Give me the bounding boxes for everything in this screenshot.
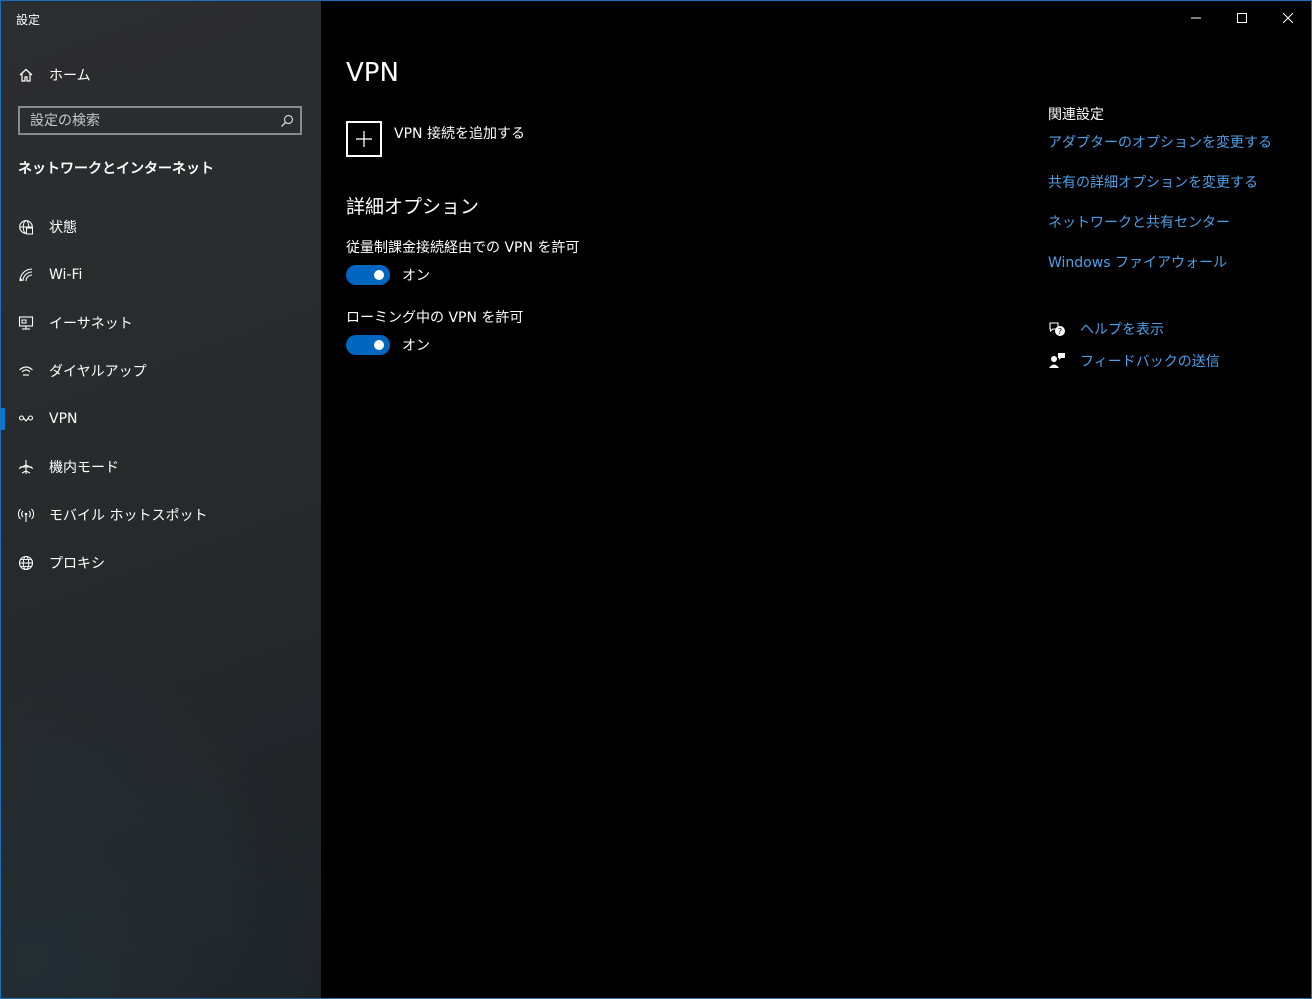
hotspot-icon: [18, 507, 34, 523]
sidebar-item-label: イーサネット: [49, 316, 133, 332]
minimize-icon: [1191, 8, 1201, 27]
globe-status-icon: [18, 219, 34, 235]
sidebar-item-label: VPN: [49, 411, 78, 427]
setting-label: 従量制課金接続経由での VPN を許可: [346, 240, 580, 256]
search-box[interactable]: [18, 106, 302, 135]
home-icon: [18, 67, 34, 83]
network-sharing-center-link[interactable]: ネットワークと共有センター: [1048, 213, 1298, 253]
sidebar-item-dialup[interactable]: ダイヤルアップ: [1, 347, 321, 395]
windows-firewall-link[interactable]: Windows ファイアウォール: [1048, 253, 1298, 293]
globe-icon: [18, 555, 34, 571]
toggle-state-label: オン: [402, 268, 430, 284]
add-vpn-button[interactable]: VPN 接続を追加する: [346, 121, 525, 157]
help-chat-icon: ?: [1048, 320, 1066, 338]
search-icon[interactable]: [280, 113, 294, 127]
sidebar-item-vpn[interactable]: VPN: [1, 395, 321, 443]
sharing-options-link[interactable]: 共有の詳細オプションを変更する: [1048, 173, 1298, 213]
sidebar-item-wifi[interactable]: Wi-Fi: [1, 251, 321, 299]
settings-window: 設定 ホーム ネットワークとインターネット 状態: [0, 0, 1312, 999]
maximize-icon: [1237, 8, 1247, 27]
ethernet-icon: [18, 315, 34, 331]
window-controls: [1173, 1, 1311, 33]
search-input[interactable]: [20, 108, 270, 133]
add-icon: [346, 121, 382, 157]
sidebar-item-label: 機内モード: [49, 460, 119, 476]
sidebar-item-label: プロキシ: [49, 556, 105, 572]
main-content: VPN VPN 接続を追加する 詳細オプション 従量制課金接続経由での VPN …: [321, 1, 1311, 998]
wifi-icon: [18, 267, 34, 283]
sidebar-item-airplane[interactable]: 機内モード: [1, 443, 321, 491]
related-settings: 関連設定 アダプターのオプションを変更する 共有の詳細オプションを変更する ネッ…: [1048, 104, 1298, 293]
airplane-icon: [18, 459, 34, 475]
close-button[interactable]: [1265, 1, 1311, 33]
toggle-knob: [374, 270, 384, 280]
metered-vpn-setting: 従量制課金接続経由での VPN を許可 オン: [346, 237, 579, 285]
sidebar-item-hotspot[interactable]: モバイル ホットスポット: [1, 491, 321, 539]
roaming-vpn-toggle[interactable]: [346, 335, 390, 355]
close-icon: [1282, 8, 1294, 27]
related-settings-title: 関連設定: [1048, 107, 1104, 123]
sidebar-item-proxy[interactable]: プロキシ: [1, 539, 321, 587]
toggle-state-label: オン: [402, 338, 430, 354]
app-title: 設定: [16, 13, 41, 27]
maximize-button[interactable]: [1219, 1, 1265, 33]
sidebar-item-ethernet[interactable]: イーサネット: [1, 299, 321, 347]
sidebar-item-label: Wi-Fi: [49, 267, 83, 283]
add-vpn-label: VPN 接続を追加する: [394, 126, 525, 142]
page-title: VPN: [346, 58, 399, 88]
sidebar-item-status[interactable]: 状態: [1, 203, 321, 251]
send-feedback-link[interactable]: フィードバックの送信: [1048, 351, 1220, 371]
minimize-button[interactable]: [1173, 1, 1219, 33]
feedback-icon: [1048, 352, 1066, 370]
nav-list: 状態 Wi-Fi イーサネット ダイヤルアップ VPN 機内モード モバイル ホ…: [1, 203, 321, 587]
sidebar-item-label: ダイヤルアップ: [49, 364, 147, 380]
roaming-vpn-setting: ローミング中の VPN を許可 オン: [346, 307, 523, 355]
help-label: ヘルプを表示: [1080, 322, 1164, 338]
toggle-row: オン: [346, 335, 523, 355]
adapter-options-link[interactable]: アダプターのオプションを変更する: [1048, 133, 1298, 173]
feedback-label: フィードバックの送信: [1080, 354, 1220, 370]
get-help-link[interactable]: ? ヘルプを表示: [1048, 319, 1164, 339]
metered-vpn-toggle[interactable]: [346, 265, 390, 285]
advanced-options-heading: 詳細オプション: [346, 196, 480, 218]
section-title: ネットワークとインターネット: [18, 161, 214, 177]
home-nav-item[interactable]: ホーム: [1, 57, 321, 93]
toggle-knob: [374, 340, 384, 350]
vpn-icon: [18, 411, 34, 427]
sidebar-item-label: モバイル ホットスポット: [49, 508, 208, 524]
sidebar-item-label: 状態: [49, 220, 77, 236]
home-label: ホーム: [49, 68, 91, 84]
dialup-icon: [18, 363, 34, 379]
sidebar: 設定 ホーム ネットワークとインターネット 状態: [1, 1, 321, 998]
setting-label: ローミング中の VPN を許可: [346, 310, 524, 326]
toggle-row: オン: [346, 265, 579, 285]
svg-text:?: ?: [1058, 327, 1062, 336]
